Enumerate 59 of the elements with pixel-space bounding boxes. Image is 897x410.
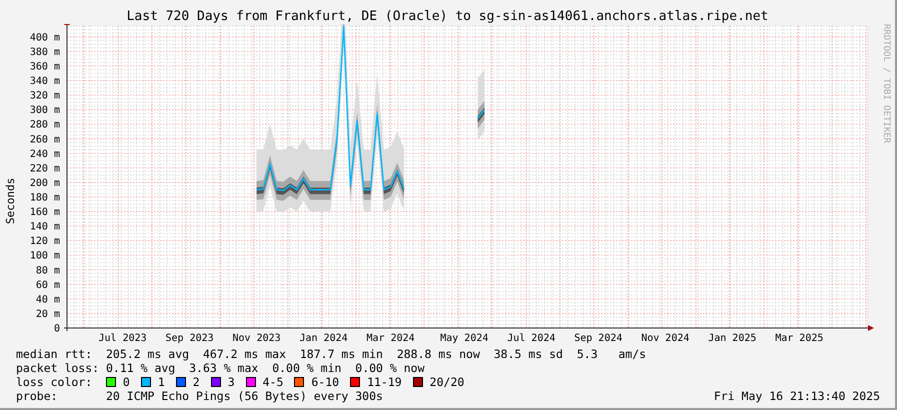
tick-label: Mar 2024 (366, 333, 415, 344)
legend-value: 0 (122, 375, 130, 389)
tick-label: 60 m (36, 280, 60, 291)
tick-label: 200 m (30, 178, 60, 189)
legend-value: 0.11 % avg (106, 361, 176, 375)
legend-value: 5.3 am/s (576, 347, 646, 361)
legend-value: 4-5 (262, 375, 284, 389)
tick-label: May 2024 (440, 333, 488, 344)
tick-label: 120 m (30, 236, 60, 248)
tick-label: Sep 2023 (166, 333, 214, 344)
tick-label: Jan 2025 (708, 333, 756, 344)
legend-value: 467.2 ms max (202, 347, 286, 361)
axis-label: Seconds (4, 178, 17, 224)
tick-label: 240 m (30, 148, 60, 160)
legend-value: 3.63 % max (189, 361, 258, 375)
tick-label: 340 m (30, 76, 60, 88)
legend-label: packet loss: (16, 361, 100, 375)
legend-value: 288.8 ms now (396, 347, 480, 361)
legend-value: 20/20 (430, 375, 464, 389)
legend-label: median rtt: (16, 347, 92, 361)
tick-label: 140 m (30, 222, 60, 233)
legend-value: 187.7 ms min (300, 347, 383, 361)
legend-value: 38.5 ms sd (494, 347, 563, 361)
tick-label: 20 m (36, 308, 60, 320)
tick-label: 100 m (30, 250, 60, 262)
tick-label: 360 m (30, 62, 60, 73)
tick-label: 380 m (30, 46, 60, 58)
tick-label: 260 m (30, 134, 60, 146)
credit-text: RRDTOOL / TOBI OETIKER (881, 24, 891, 144)
tick-label: Nov 2024 (641, 333, 690, 344)
legend-value: 11-19 (367, 375, 402, 389)
tick-label: 220 m (30, 163, 60, 174)
tick-label: Jul 2023 (98, 333, 147, 344)
legend-value: 0.00 % now (355, 361, 425, 375)
chart-title: Last 720 Days from Frankfurt, DE (Oracle) to sg-sin-as14061.anchors.atlas.ripe.net (126, 10, 768, 24)
legend-value: 0.00 % min (272, 361, 342, 375)
tick-label: 280 m (30, 120, 60, 131)
timestamp: Fri May 16 21:13:40 2025 (714, 389, 880, 403)
tick-label: Jul 2024 (507, 333, 556, 344)
probe-description: 20 ICMP Echo Pings (56 Bytes) every 300s (106, 389, 383, 403)
tick-label: 160 m (30, 207, 60, 218)
legend-value: 6-10 (311, 375, 340, 389)
tick-label: 80 m (36, 265, 60, 276)
tick-label: Jan 2024 (300, 333, 348, 344)
legend-value: 1 (158, 375, 165, 389)
tick-label: 0 (54, 324, 60, 334)
legend-value: 3 (228, 375, 235, 389)
legend-label: probe: (16, 389, 59, 403)
tick-label: 300 m (30, 105, 60, 116)
tick-label: 320 m (30, 90, 60, 102)
tick-label: 400 m (30, 32, 60, 44)
legend-value: 205.2 ms avg (106, 347, 190, 361)
tick-label: Nov 2023 (232, 333, 281, 344)
tick-label: 180 m (30, 192, 60, 204)
legend-value: 2 (192, 375, 200, 389)
tick-label: Mar 2025 (775, 333, 824, 344)
tick-label: 40 m (36, 294, 60, 306)
legend-label: loss color: (16, 375, 94, 389)
tick-label: Sep 2024 (574, 333, 622, 344)
